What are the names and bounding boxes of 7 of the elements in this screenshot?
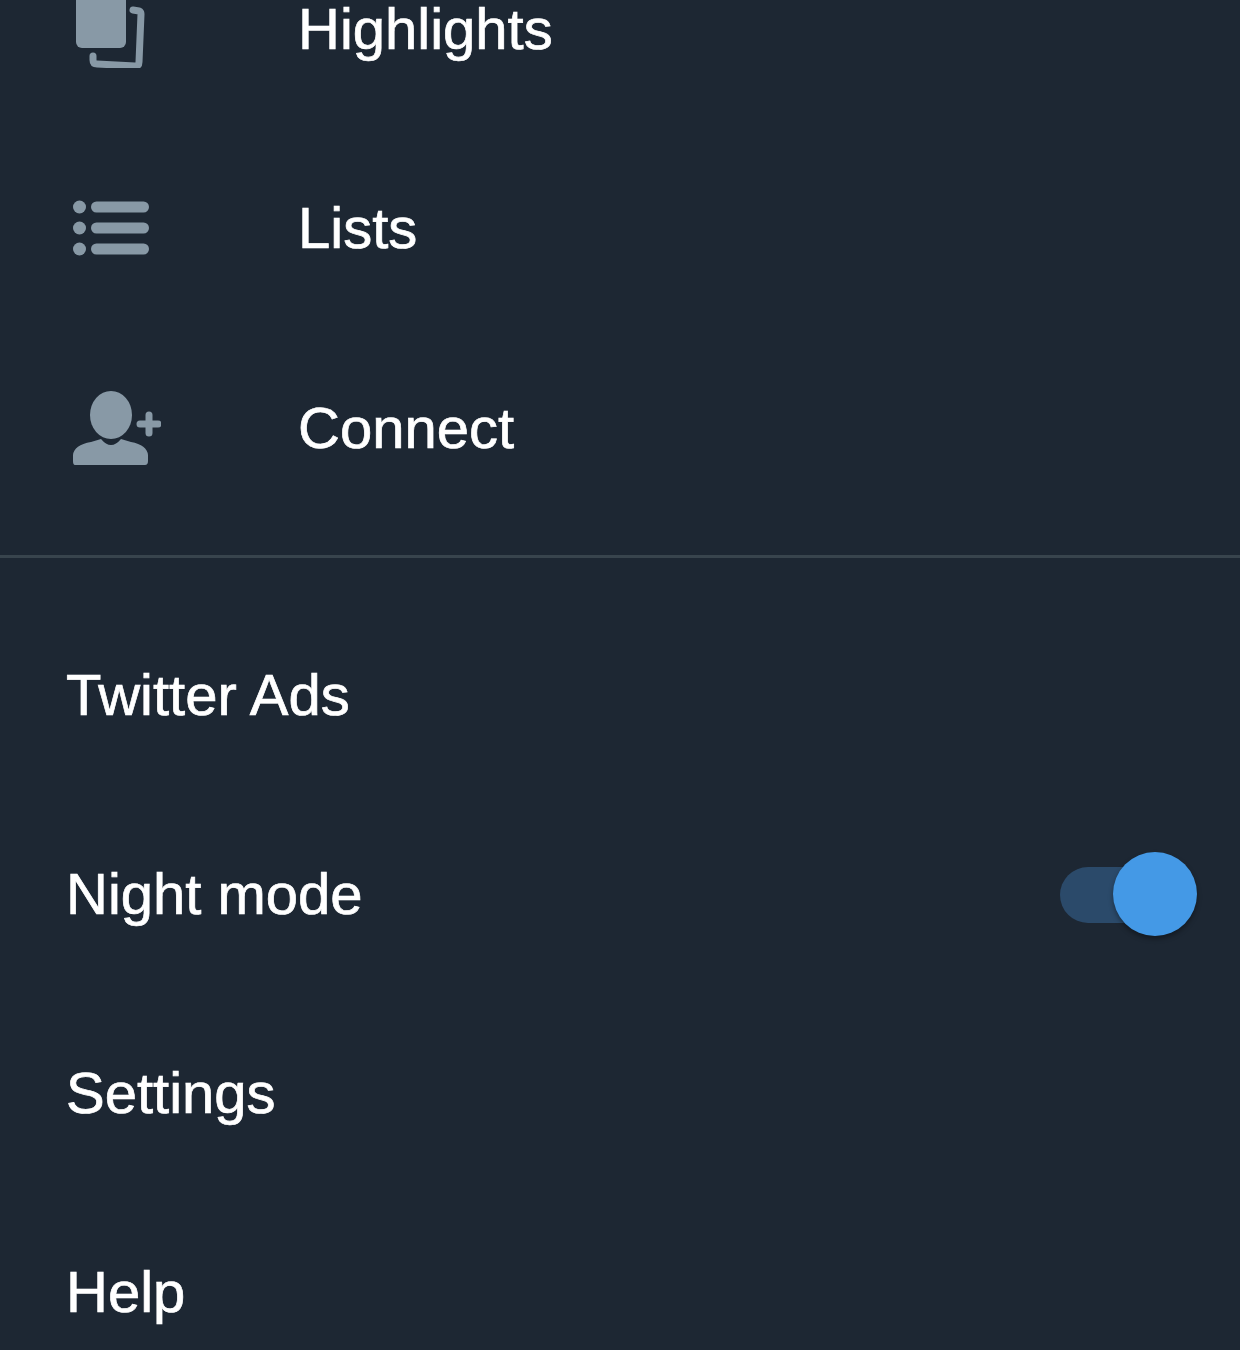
person-add-icon xyxy=(73,391,161,465)
list-icon xyxy=(73,200,149,256)
toggle-switch[interactable] xyxy=(1058,850,1198,937)
cards-icon xyxy=(73,0,145,68)
menu-item[interactable]: Lists xyxy=(298,199,418,257)
menu-item[interactable]: Twitter Ads xyxy=(66,665,350,724)
menu-item[interactable]: Connect xyxy=(298,399,515,457)
